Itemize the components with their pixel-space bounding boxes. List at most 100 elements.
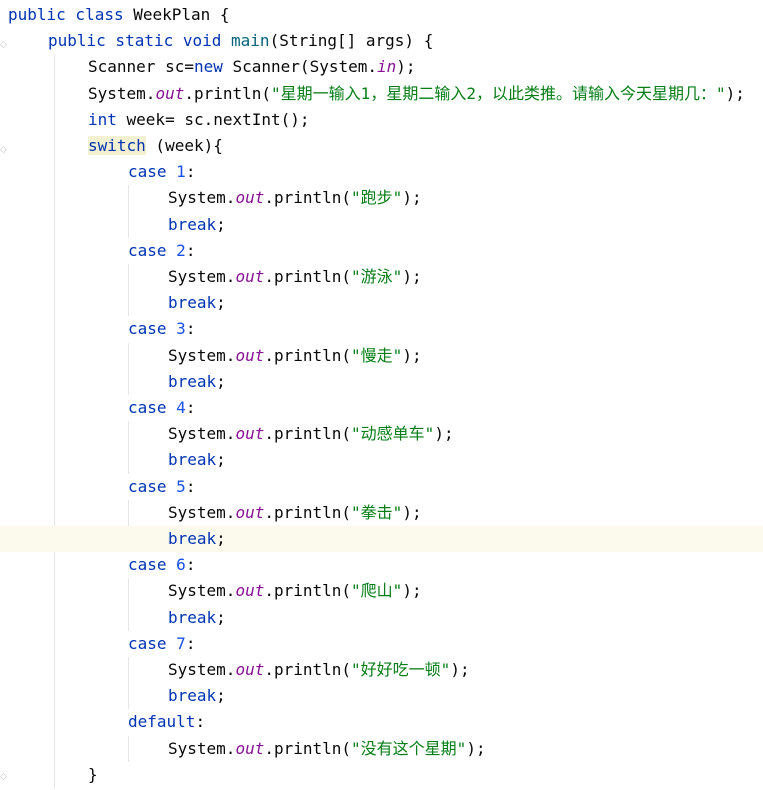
code-line[interactable]: break; <box>0 683 763 709</box>
code-line[interactable]: System.out.println("星期一输入1，星期二输入2，以此类推。请… <box>0 81 763 107</box>
code-line[interactable]: } <box>0 762 763 788</box>
code-token: .println( <box>264 581 352 601</box>
code-line[interactable]: break; <box>0 605 763 631</box>
code-line[interactable]: case 5: <box>0 474 763 500</box>
code-line[interactable]: case 2: <box>0 238 763 264</box>
code-token: : <box>195 712 206 732</box>
code-token: System. <box>168 502 236 522</box>
code-token: .println( <box>264 738 352 758</box>
code-token: : <box>185 555 196 575</box>
code-token: 1 <box>176 162 186 182</box>
code-token: System. <box>168 424 236 444</box>
code-token: case <box>128 555 177 575</box>
fold-marker-icon[interactable]: ◇ <box>0 145 8 155</box>
code-line[interactable]: public class WeekPlan { <box>0 2 763 28</box>
code-line[interactable]: break; <box>0 369 763 395</box>
code-line[interactable]: System.out.println("爬山"); <box>0 578 763 604</box>
fold-end-icon[interactable]: ◇ <box>0 772 8 782</box>
code-token: new <box>193 57 233 77</box>
code-line[interactable]: case 6: <box>0 552 763 578</box>
code-token: "跑步" <box>351 188 403 208</box>
code-token: break <box>168 607 217 627</box>
code-token: .println( <box>264 267 352 286</box>
code-line[interactable]: Scanner sc=new Scanner(System.in); <box>0 54 763 80</box>
code-line[interactable]: default: <box>0 709 763 735</box>
code-token: Scanner(System. <box>232 57 378 77</box>
code-line[interactable]: case 7: <box>0 631 763 657</box>
code-token: : <box>185 476 196 496</box>
code-token: case <box>128 240 177 260</box>
code-token: (week){ <box>145 136 223 155</box>
code-token: "动感单车" <box>351 424 435 444</box>
code-line[interactable]: System.out.println("动感单车"); <box>0 421 763 447</box>
code-token: "爬山" <box>351 581 403 601</box>
code-token: public static void <box>48 31 232 51</box>
code-line[interactable]: System.out.println("没有这个星期"); <box>0 736 763 762</box>
code-token: ); <box>450 660 470 679</box>
code-line[interactable]: System.out.println("游泳"); <box>0 264 763 290</box>
code-line[interactable]: break; <box>0 212 763 238</box>
code-token: break <box>168 686 217 706</box>
code-editor[interactable]: public class WeekPlan {public static voi… <box>0 0 763 790</box>
code-token: ); <box>402 581 422 601</box>
code-token: switch <box>88 136 146 155</box>
code-token: out <box>235 660 265 679</box>
code-token: int <box>88 109 127 129</box>
code-token: ; <box>216 686 226 706</box>
code-token: (String[] args) { <box>269 31 434 51</box>
code-line[interactable]: switch (week){ <box>0 133 763 159</box>
code-token: 3 <box>176 319 186 339</box>
code-token: "拳击" <box>351 502 403 522</box>
fold-marker-icon[interactable]: ◇ <box>0 40 8 50</box>
code-line[interactable]: public static void main(String[] args) { <box>0 28 763 54</box>
code-token: case <box>128 476 177 496</box>
code-token: out <box>235 581 265 601</box>
code-token: ); <box>402 267 422 286</box>
code-token: 2 <box>176 240 186 260</box>
code-token: .println( <box>264 345 352 365</box>
code-token: in <box>377 57 397 77</box>
code-token: System. <box>168 188 236 208</box>
code-token: ); <box>466 738 486 758</box>
code-token: } <box>88 764 98 784</box>
code-token: break <box>168 529 217 548</box>
code-token: default <box>128 712 196 732</box>
code-line[interactable]: case 4: <box>0 395 763 421</box>
code-token: break <box>168 450 217 470</box>
code-token: main <box>231 31 270 51</box>
code-line[interactable]: case 3: <box>0 316 763 342</box>
code-token: ); <box>402 188 422 208</box>
code-token: case <box>128 633 177 653</box>
code-token: case <box>128 319 177 339</box>
code-token: System. <box>168 581 236 601</box>
code-line[interactable]: System.out.println("好好吃一顿"); <box>0 657 763 683</box>
code-line[interactable]: System.out.println("慢走"); <box>0 343 763 369</box>
code-line[interactable]: break; <box>0 290 763 316</box>
code-token: out <box>155 83 185 103</box>
code-line[interactable]: System.out.println("跑步"); <box>0 185 763 211</box>
code-line[interactable]: case 1: <box>0 159 763 185</box>
code-token: "好好吃一顿" <box>351 660 451 679</box>
code-token: ; <box>216 529 226 548</box>
code-token: case <box>128 398 177 417</box>
code-line[interactable]: break; <box>0 447 763 473</box>
code-token: 4 <box>176 398 186 417</box>
code-token: .println( <box>264 502 352 522</box>
code-token: break <box>168 371 217 391</box>
code-token: "没有这个星期" <box>351 738 467 758</box>
code-token: ); <box>402 345 422 365</box>
code-token: "游泳" <box>351 267 403 286</box>
code-line[interactable]: System.out.println("拳击"); <box>0 500 763 526</box>
code-token: .println( <box>184 83 272 103</box>
code-token: break <box>168 293 217 313</box>
code-line[interactable]: break; <box>0 526 763 552</box>
code-token: out <box>235 738 265 758</box>
code-token: .println( <box>264 660 352 679</box>
code-token: WeekPlan { <box>133 5 230 24</box>
code-token: : <box>185 398 196 417</box>
code-token: 7 <box>176 633 186 653</box>
code-token: ); <box>396 57 416 77</box>
code-line[interactable]: int week= sc.nextInt(); <box>0 107 763 133</box>
code-token: "慢走" <box>351 345 403 365</box>
code-token: 5 <box>176 476 186 496</box>
